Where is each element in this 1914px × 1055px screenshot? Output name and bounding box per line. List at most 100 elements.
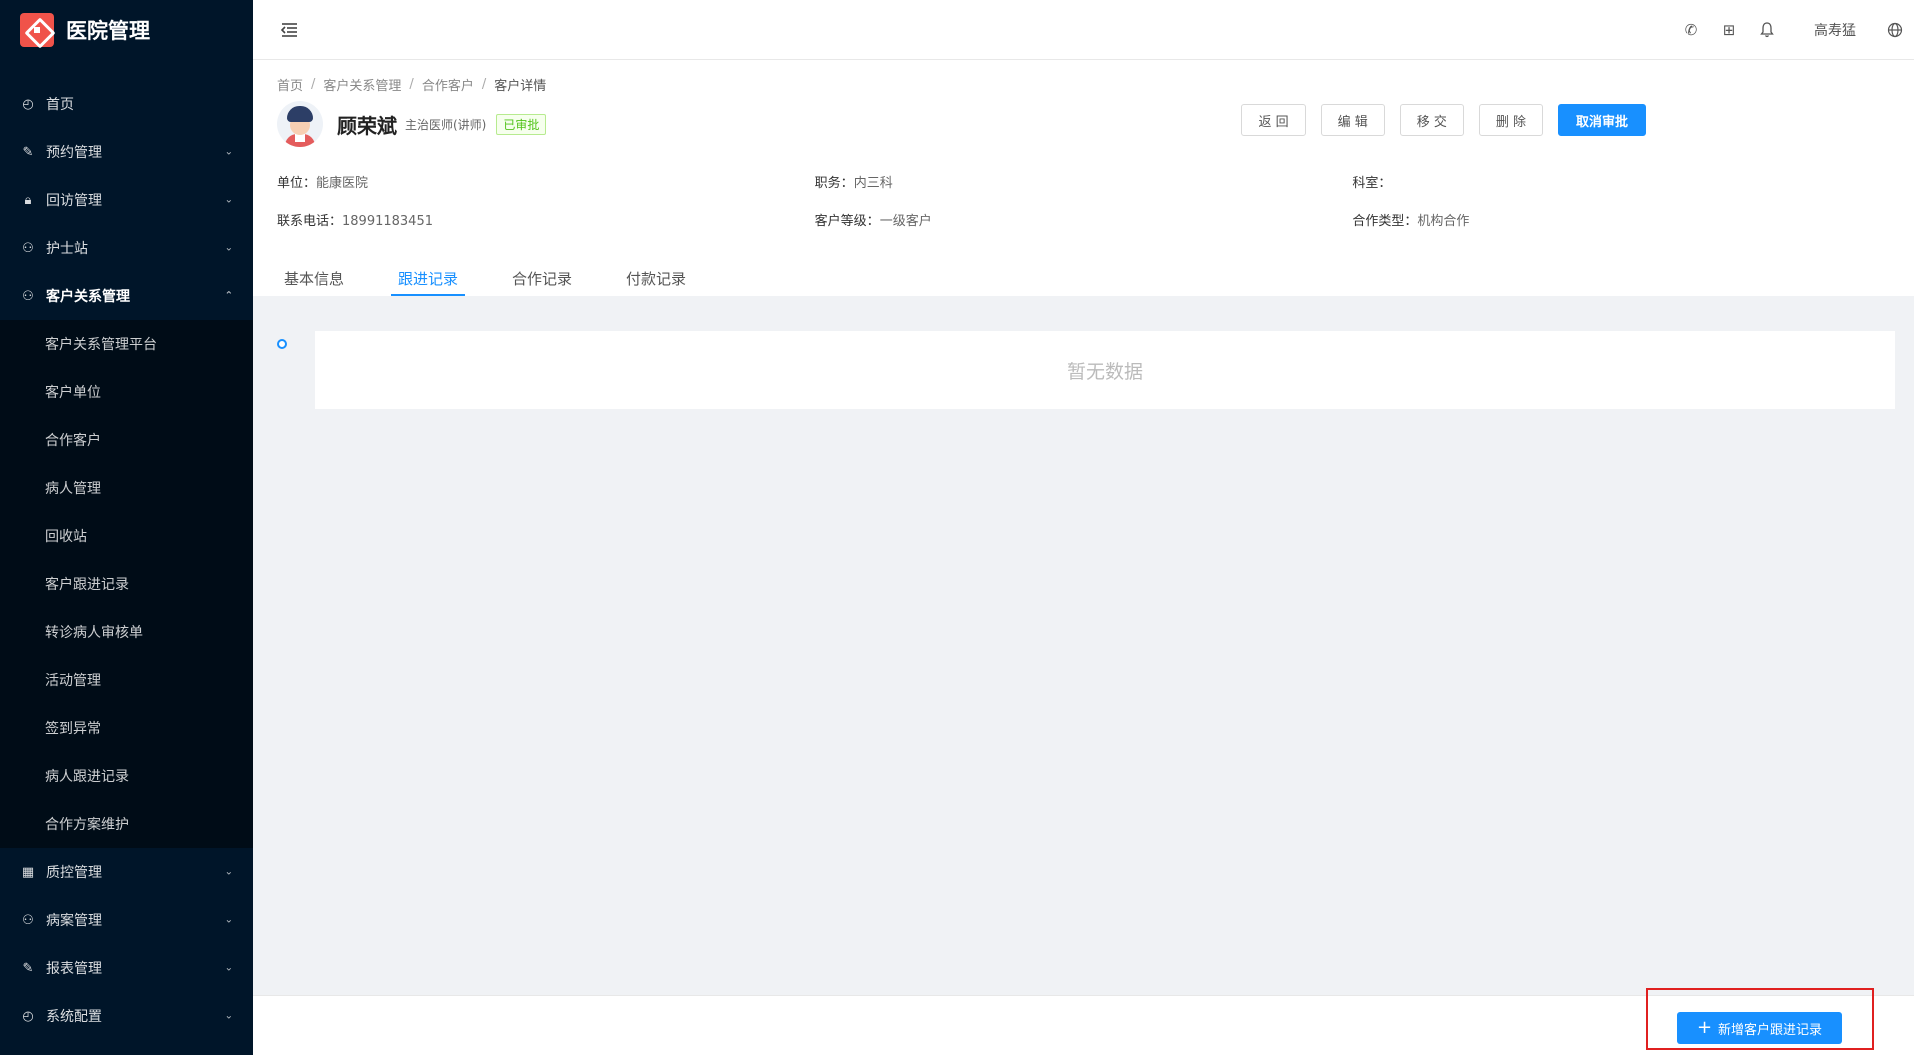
user-icon: ⚇ xyxy=(22,240,34,256)
cancel-approval-button[interactable]: 取消审批 xyxy=(1558,104,1646,136)
delete-button[interactable]: 删 除 xyxy=(1478,104,1543,136)
sidebar: 医院管理 ◴ 首页 ✎ 预约管理 ⌄ 🔒︎ 回访管理 ⌄ ⚇ 护士站 ⌄ ⚇ 客… xyxy=(0,0,253,1055)
edit-icon: ✎ xyxy=(22,960,34,976)
back-button[interactable]: 返 回 xyxy=(1241,104,1306,136)
info-value: 能康医院 xyxy=(316,175,369,191)
submenu-item-partner-customers[interactable]: 合作客户 xyxy=(0,416,253,464)
breadcrumb-separator: / xyxy=(409,76,414,92)
info-label: 职务： xyxy=(814,175,854,191)
breadcrumb-separator: / xyxy=(481,76,487,92)
add-followup-record-button[interactable]: + 新增客户跟进记录 xyxy=(1677,1012,1842,1044)
top-header: ✆ ⊞ 高寿猛 xyxy=(253,0,1914,60)
info-cooperation-type: 合作类型：机构合作 xyxy=(1352,210,1890,229)
submenu-item-customer-followup[interactable]: 客户跟进记录 xyxy=(0,560,253,608)
breadcrumb: 首页 / 客户关系管理 / 合作客户 / 客户详情 xyxy=(277,74,1890,94)
submenu-item-referral-review[interactable]: 转诊病人审核单 xyxy=(0,608,253,656)
user-icon: ⚇ xyxy=(22,912,34,928)
sidebar-item-label: 病案管理 xyxy=(46,913,102,929)
sidebar-item-medical-records[interactable]: ⚇ 病案管理 ⌄ xyxy=(0,896,253,944)
transfer-button[interactable]: 移 交 xyxy=(1399,104,1464,136)
tab-followup-records[interactable]: 跟进记录 xyxy=(391,260,466,296)
sidebar-item-home[interactable]: ◴ 首页 xyxy=(0,80,253,128)
hospital-logo-icon xyxy=(20,13,54,47)
timeline-dot xyxy=(277,339,287,349)
bell-icon[interactable] xyxy=(1748,22,1786,38)
info-value: 一级客户 xyxy=(879,213,932,229)
submenu-item-customer-units[interactable]: 客户单位 xyxy=(0,368,253,416)
info-label: 客户等级： xyxy=(814,213,880,229)
info-unit: 单位：能康医院 xyxy=(277,172,815,191)
info-label: 联系电话： xyxy=(277,213,343,229)
breadcrumb-item-partner-customers[interactable]: 合作客户 xyxy=(422,75,474,94)
username[interactable]: 高寿猛 xyxy=(1814,20,1856,40)
info-label: 单位： xyxy=(277,175,317,191)
chevron-up-icon: ⌃ xyxy=(224,290,233,302)
info-department: 科室： xyxy=(1352,172,1890,191)
dashboard-icon: ◴ xyxy=(22,1008,34,1024)
customer-name: 顾荣斌 xyxy=(337,113,397,138)
tab-basic-info[interactable]: 基本信息 xyxy=(277,260,351,296)
info-level: 客户等级：一级客户 xyxy=(815,210,1353,229)
breadcrumb-separator: / xyxy=(311,76,316,92)
breadcrumb-item-current: 客户详情 xyxy=(494,78,547,94)
main-content: 首页 / 客户关系管理 / 合作客户 / 客户详情 顾荣斌 主治医师(讲师) 已… xyxy=(253,60,1914,995)
crm-submenu: 客户关系管理平台 客户单位 合作客户 病人管理 回收站 客户跟进记录 转诊病人审… xyxy=(0,320,253,848)
detail-tabs: 基本信息 跟进记录 合作记录 付款记录 xyxy=(277,260,733,296)
submenu-item-checkin-exceptions[interactable]: 签到异常 xyxy=(0,704,253,752)
globe-icon[interactable] xyxy=(1876,22,1914,38)
breadcrumb-item-home[interactable]: 首页 xyxy=(277,75,303,94)
edit-icon: ✎ xyxy=(22,144,34,160)
sidebar-item-crm[interactable]: ⚇ 客户关系管理 ⌃ xyxy=(0,272,253,320)
sidebar-item-reports[interactable]: ✎ 报表管理 ⌄ xyxy=(0,944,253,992)
avatar xyxy=(277,101,323,147)
menu-fold-icon[interactable] xyxy=(279,20,299,40)
info-value: 内三科 xyxy=(853,175,893,191)
info-phone: 联系电话：18991183451 xyxy=(277,210,815,229)
sidebar-item-appointments[interactable]: ✎ 预约管理 ⌄ xyxy=(0,128,253,176)
customer-detail-header: 首页 / 客户关系管理 / 合作客户 / 客户详情 顾荣斌 主治医师(讲师) 已… xyxy=(253,60,1914,296)
sidebar-item-label: 系统配置 xyxy=(46,1009,102,1025)
sidebar-item-label: 护士站 xyxy=(46,241,88,257)
submenu-item-patient-followup[interactable]: 病人跟进记录 xyxy=(0,752,253,800)
apps-grid-icon[interactable]: ⊞ xyxy=(1710,21,1748,39)
info-value: 18991183451 xyxy=(342,213,433,229)
phone-icon[interactable]: ✆ xyxy=(1672,21,1710,39)
info-row: 单位：能康医院 职务：内三科 科室： xyxy=(277,162,1890,200)
info-position: 职务：内三科 xyxy=(815,172,1353,191)
sidebar-item-label: 质控管理 xyxy=(46,865,102,881)
chevron-down-icon: ⌄ xyxy=(224,146,233,158)
submenu-item-recycle-bin[interactable]: 回收站 xyxy=(0,512,253,560)
sidebar-item-quality-control[interactable]: ▦ 质控管理 ⌄ xyxy=(0,848,253,896)
submenu-item-crm-platform[interactable]: 客户关系管理平台 xyxy=(0,320,253,368)
dashboard-icon: ◴ xyxy=(22,96,34,112)
sidebar-item-label: 首页 xyxy=(46,97,74,113)
sidebar-item-followup[interactable]: 🔒︎ 回访管理 ⌄ xyxy=(0,176,253,224)
info-label: 科室： xyxy=(1352,175,1392,191)
chevron-down-icon: ⌄ xyxy=(224,242,233,254)
chevron-down-icon: ⌄ xyxy=(224,962,233,974)
customer-title: 主治医师(讲师) xyxy=(405,117,487,132)
submenu-item-activity-management[interactable]: 活动管理 xyxy=(0,656,253,704)
user-icon: ⚇ xyxy=(22,288,34,304)
app-logo[interactable]: 医院管理 xyxy=(0,0,253,60)
customer-info: 单位：能康医院 职务：内三科 科室： 联系电话：18991183451 客户等级… xyxy=(277,162,1890,238)
chevron-down-icon: ⌄ xyxy=(224,1010,233,1022)
sidebar-item-nurse-station[interactable]: ⚇ 护士站 ⌄ xyxy=(0,224,253,272)
sidebar-item-label: 预约管理 xyxy=(46,145,102,161)
tab-cooperation-records[interactable]: 合作记录 xyxy=(505,260,579,296)
info-value: 机构合作 xyxy=(1417,213,1470,229)
status-badge: 已审批 xyxy=(496,113,547,135)
submenu-item-cooperation-plans[interactable]: 合作方案维护 xyxy=(0,800,253,848)
chevron-down-icon: ⌄ xyxy=(224,194,233,206)
sidebar-item-system-config[interactable]: ◴ 系统配置 ⌄ xyxy=(0,992,253,1040)
breadcrumb-item-crm[interactable]: 客户关系管理 xyxy=(323,75,401,94)
tab-payment-records[interactable]: 付款记录 xyxy=(619,260,693,296)
submenu-item-patient-management[interactable]: 病人管理 xyxy=(0,464,253,512)
lock-icon: 🔒︎ xyxy=(24,192,32,208)
app-title: 医院管理 xyxy=(66,19,150,43)
customer-profile: 顾荣斌 主治医师(讲师) 已审批 返 回 编 辑 移 交 删 除 取消审批 xyxy=(277,98,1890,150)
info-row: 联系电话：18991183451 客户等级：一级客户 合作类型：机构合作 xyxy=(277,200,1890,238)
edit-button[interactable]: 编 辑 xyxy=(1320,104,1385,136)
chevron-down-icon: ⌄ xyxy=(224,914,233,926)
followup-timeline: 暂无数据 xyxy=(253,296,1914,995)
